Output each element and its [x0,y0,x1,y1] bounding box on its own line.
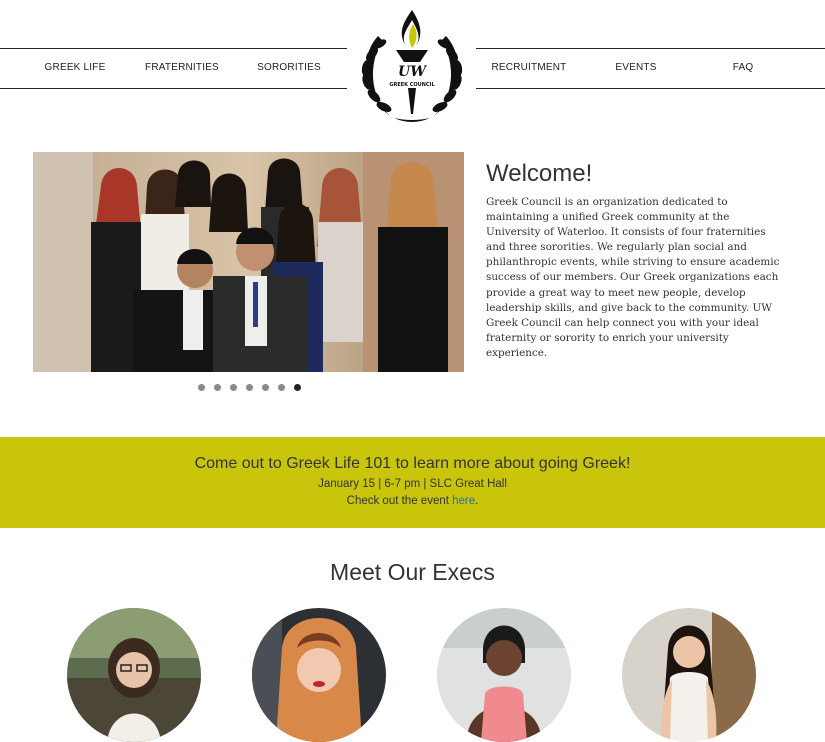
carousel-dot[interactable] [198,384,205,391]
nav-fraternities[interactable]: FRATERNITIES [132,62,232,78]
carousel-dot[interactable] [278,384,285,391]
nav-faq[interactable]: FAQ [693,62,793,78]
event-cta: Check out the event here. [0,495,825,507]
nav-top-border-right [476,48,825,49]
nav-bottom-border-left [0,88,347,89]
carousel-dot[interactable] [214,384,221,391]
laurel-torch-emblem: UW GREEK COUNCIL [361,10,463,122]
welcome-paragraph: Greek Council is an organization dedicat… [486,196,780,359]
carousel-dot[interactable] [230,384,237,391]
welcome-heading: Welcome! [486,160,593,187]
nav-sororities[interactable]: SORORITIES [239,62,339,78]
nav-events[interactable]: EVENTS [586,62,686,78]
hero-group-photo [33,152,464,372]
event-cta-prefix: Check out the event [346,495,453,507]
exec-avatar[interactable] [437,608,571,742]
nav-recruitment[interactable]: RECRUITMENT [479,62,579,78]
greek-council-logo[interactable]: UW GREEK COUNCIL [350,6,474,130]
svg-text:GREEK COUNCIL: GREEK COUNCIL [389,82,435,88]
carousel-pagination [198,384,301,394]
nav-greek-life[interactable]: GREEK LIFE [25,62,125,78]
event-details: January 15 | 6-7 pm | SLC Great Hall [318,478,507,490]
execs-heading: Meet Our Execs [330,559,495,585]
nav-bottom-border-right [476,88,825,89]
event-banner: Come out to Greek Life 101 to learn more… [0,437,825,528]
exec-avatar[interactable] [252,608,386,742]
carousel-dot[interactable] [246,384,253,391]
exec-avatar[interactable] [622,608,756,742]
exec-avatar[interactable] [67,608,201,742]
event-headline: Come out to Greek Life 101 to learn more… [194,455,631,472]
nav-top-border-left [0,48,347,49]
event-cta-suffix: . [475,495,479,507]
carousel-dot-active[interactable] [294,384,301,391]
carousel-dot[interactable] [262,384,269,391]
event-link[interactable]: here [452,495,475,507]
svg-text:UW: UW [398,64,427,80]
